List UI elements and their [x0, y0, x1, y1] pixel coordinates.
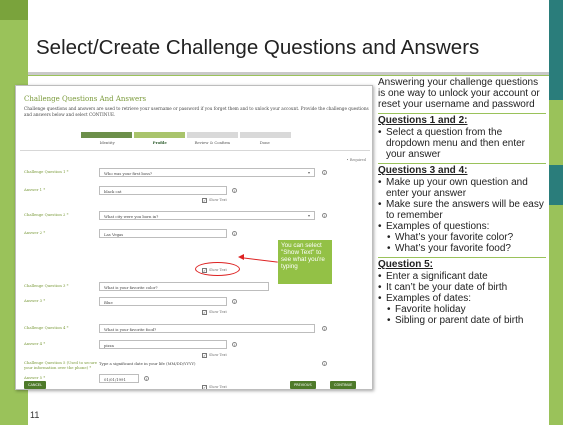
sub-list-item: What’s your favorite color?	[378, 232, 546, 243]
progress-step-done	[240, 132, 291, 138]
continue-button[interactable]: CONTINUE	[330, 381, 357, 389]
show-text-label: Show Text	[209, 353, 227, 357]
checkbox-icon[interactable]: ✓	[202, 197, 207, 203]
list-item: Select a question from the dropdown menu…	[378, 127, 546, 160]
checkbox-icon[interactable]: ✓	[202, 309, 207, 315]
info-icon[interactable]: i	[322, 213, 327, 218]
title-divider-accent	[28, 75, 549, 76]
step-label: Done	[259, 140, 270, 145]
question-2-select[interactable]: What city were you born in? ▾	[99, 211, 315, 220]
checkbox-icon[interactable]: ✓	[202, 352, 207, 358]
list-item: Make sure the answers will be easy to re…	[378, 199, 546, 221]
sub-list-item: Sibling or parent date of birth	[378, 315, 546, 326]
answer-1-input[interactable]: black cat	[99, 186, 227, 195]
info-icon[interactable]: i	[232, 188, 237, 193]
answer-1-label: Answer 1 *	[24, 187, 46, 192]
show-text-callout: You can select "Show Text" to see what y…	[278, 240, 332, 284]
form-divider	[20, 150, 370, 151]
progress-bar	[81, 132, 291, 138]
section-heading: Question 5:	[378, 257, 546, 271]
answer-5-label: Answer 5 *	[24, 375, 46, 380]
answer-2-input[interactable]: Las Vegas	[99, 229, 227, 238]
sub-list-item: What’s your favorite food?	[378, 243, 546, 254]
list-item: Examples of dates:	[378, 293, 546, 304]
sub-list-item: Favorite holiday	[378, 304, 546, 315]
info-icon[interactable]: i	[232, 299, 237, 304]
chevron-down-icon: ▾	[307, 170, 310, 175]
question-4-input[interactable]: What is your favorite food?	[99, 324, 315, 333]
question-3-input[interactable]: What is your favorite color?	[99, 282, 269, 291]
answer-3-label: Answer 3 *	[24, 298, 46, 303]
info-icon[interactable]: i	[322, 326, 327, 331]
question-1-select[interactable]: Who was your first boss? ▾	[99, 168, 315, 177]
question-5-hint: Type a significant date in your life (MM…	[99, 361, 196, 366]
section-heading: Questions 3 and 4:	[378, 163, 546, 177]
answer-4-label: Answer 4 *	[24, 341, 46, 346]
list-item: Make up your own question and enter your…	[378, 177, 546, 199]
progress-labels: Identity Profile Review & Confirm Done	[81, 140, 291, 145]
answer-5-input[interactable]: 01/01/1991	[99, 374, 139, 383]
info-icon[interactable]: i	[322, 361, 327, 366]
section-list: Enter a significant date It can’t be you…	[378, 271, 546, 326]
slide-title: Select/Create Challenge Questions and An…	[36, 36, 480, 59]
form-description: Challenge questions and answers are used…	[24, 106, 369, 117]
page-number: 11	[30, 410, 40, 420]
answer-4-input[interactable]: pizza	[99, 340, 227, 349]
info-icon[interactable]: i	[232, 231, 237, 236]
section-list: Make up your own question and enter your…	[378, 177, 546, 254]
show-text-toggle-4[interactable]: ✓ Show Text	[202, 352, 227, 358]
callout-arrowhead	[238, 254, 244, 260]
right-teal-accent	[549, 0, 563, 100]
cancel-button[interactable]: CANCEL	[24, 381, 47, 389]
section-list: Select a question from the dropdown menu…	[378, 127, 546, 160]
show-text-label: Show Text	[209, 198, 227, 202]
question-4-label: Challenge Question 4 *	[24, 325, 69, 330]
progress-step-review	[187, 132, 238, 138]
question-2-label: Challenge Question 2 *	[24, 212, 69, 217]
question-5-label: Challenge Question 5 (Used to secure you…	[24, 360, 98, 370]
progress-step-identity	[81, 132, 132, 138]
answer-2-label: Answer 2 *	[24, 230, 46, 235]
step-label: Identity	[99, 140, 115, 145]
chevron-down-icon: ▾	[307, 213, 310, 218]
checkbox-icon[interactable]: ✓	[202, 384, 207, 389]
list-item: Enter a significant date	[378, 271, 546, 282]
required-note: • Required	[346, 158, 366, 162]
show-text-label: Show Text	[209, 385, 227, 389]
left-accent-top	[0, 0, 28, 20]
question-2-value: What city were you born in?	[104, 214, 159, 219]
show-text-toggle-5[interactable]: ✓ Show Text	[202, 384, 227, 389]
highlight-circle	[195, 262, 240, 276]
show-text-toggle-1[interactable]: ✓ Show Text	[202, 197, 227, 203]
show-text-toggle-3[interactable]: ✓ Show Text	[202, 309, 227, 315]
slide: Select/Create Challenge Questions and An…	[0, 0, 563, 425]
previous-button[interactable]: PREVIOUS	[290, 381, 316, 389]
section-heading: Questions 1 and 2:	[378, 113, 546, 127]
info-icon[interactable]: i	[232, 342, 237, 347]
progress-step-profile	[134, 132, 185, 138]
question-3-label: Challenge Question 3 *	[24, 283, 69, 288]
question-1-label: Challenge Question 1 *	[24, 169, 69, 174]
list-item: Examples of questions:	[378, 221, 546, 232]
question-1-value: Who was your first boss?	[104, 171, 153, 176]
step-label-active: Profile	[152, 140, 167, 145]
intro-text: Answering your challenge questions is on…	[378, 77, 540, 110]
show-text-label: Show Text	[209, 310, 227, 314]
right-teal-accent-lower	[549, 165, 563, 205]
instructions-panel: Answering your challenge questions is on…	[378, 77, 546, 326]
step-label: Review & Confirm	[194, 140, 230, 145]
info-icon[interactable]: i	[144, 376, 149, 381]
list-item: It can’t be your date of birth	[378, 282, 546, 293]
info-icon[interactable]: i	[322, 170, 327, 175]
callout-arrow	[239, 257, 278, 263]
answer-3-input[interactable]: Blue	[99, 297, 227, 306]
form-screenshot: Challenge Questions And Answers Challeng…	[15, 85, 373, 390]
form-heading: Challenge Questions And Answers	[24, 95, 147, 103]
